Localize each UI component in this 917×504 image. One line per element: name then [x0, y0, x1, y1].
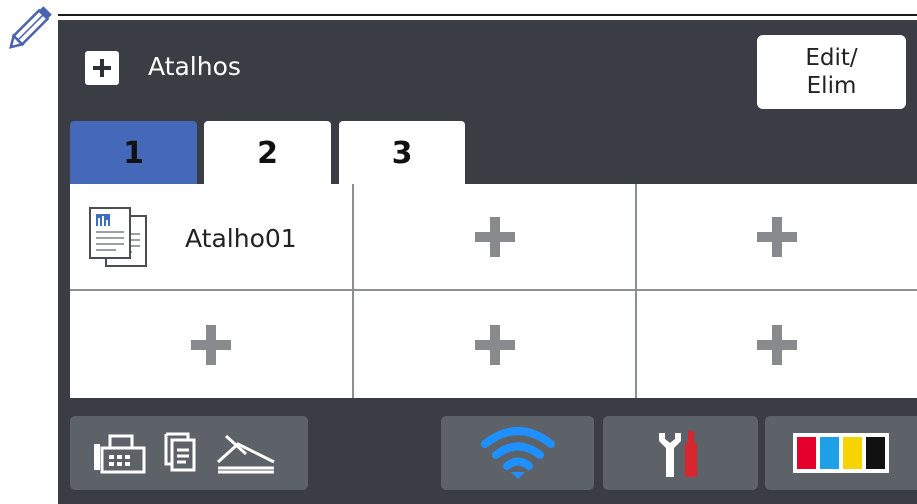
- add-shortcut-button[interactable]: [354, 291, 635, 398]
- printer-lcd-screen: Atalhos Edit/ Elim 1 2 3 Atalho01: [58, 20, 917, 504]
- plus-icon: [757, 216, 797, 257]
- home-modes-button[interactable]: [70, 416, 308, 490]
- tab-1[interactable]: 1: [70, 121, 197, 185]
- plus-icon: [757, 324, 797, 365]
- scan-icon: [216, 434, 275, 474]
- tools-icon: [658, 431, 697, 477]
- add-shortcut-button[interactable]: [354, 184, 635, 289]
- wifi-status-button[interactable]: [441, 416, 594, 490]
- tab-3[interactable]: 3: [339, 121, 465, 185]
- add-shortcut-button[interactable]: [637, 184, 917, 289]
- edit-button-line1: Edit/: [805, 45, 858, 71]
- settings-button[interactable]: [603, 416, 758, 490]
- edit-button-line2: Elim: [806, 73, 857, 99]
- top-divider: [58, 14, 917, 16]
- ink-cartridges-icon: [793, 433, 889, 473]
- modes-icons: [94, 432, 275, 474]
- add-shortcut-button[interactable]: [637, 291, 917, 398]
- pencil-note-icon: [9, 6, 52, 49]
- add-shortcut-button[interactable]: [70, 291, 352, 398]
- shortcut-grid: Atalho01: [70, 184, 917, 398]
- plus-icon: [474, 216, 515, 257]
- shortcut-label: Atalho01: [185, 224, 297, 253]
- wifi-icon: [480, 427, 555, 479]
- edit-delete-button[interactable]: Edit/ Elim: [757, 35, 906, 109]
- fax-icon: [94, 434, 146, 474]
- add-shortcut-icon: [85, 51, 119, 85]
- shortcut-button-atalho01[interactable]: Atalho01: [70, 184, 352, 289]
- tab-2[interactable]: 2: [204, 121, 331, 185]
- plus-icon: [474, 324, 515, 365]
- page-title: Atalhos: [148, 52, 241, 81]
- copy-icon: [164, 432, 196, 472]
- copy-document-icon: [89, 207, 147, 267]
- ink-button[interactable]: [765, 416, 917, 490]
- plus-icon: [191, 324, 231, 365]
